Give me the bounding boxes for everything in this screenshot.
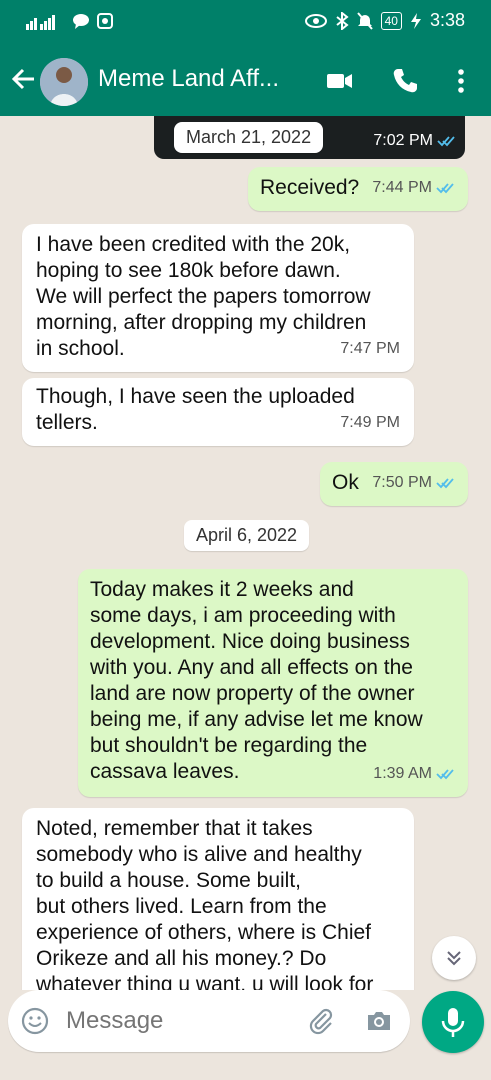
mic-icon	[441, 1008, 465, 1037]
message-composer	[8, 990, 410, 1052]
message-text: Received?	[260, 176, 360, 199]
message-timestamp: 7:50 PM	[372, 470, 454, 496]
mute-icon	[356, 11, 373, 30]
voice-message-button[interactable]	[422, 991, 484, 1053]
status-time: 3:38	[429, 10, 465, 30]
attach-icon[interactable]	[306, 1006, 336, 1036]
chat-area[interactable]: 7:02 PM March 21, 2022 Received? 7:44 PM…	[0, 116, 491, 990]
back-arrow-icon[interactable]	[10, 65, 38, 93]
contact-avatar[interactable]	[40, 58, 88, 106]
read-ticks-icon	[436, 769, 454, 780]
media-timestamp: 7:02 PM	[373, 132, 455, 150]
read-ticks-icon	[436, 183, 454, 194]
message-timestamp: 7:47 PM	[340, 340, 400, 357]
more-vert-icon[interactable]	[446, 66, 476, 96]
read-ticks-icon	[437, 136, 455, 147]
message-input[interactable]	[64, 1002, 288, 1040]
message-timestamp: 1:39 AM	[373, 761, 454, 787]
chevron-down-double-icon	[447, 951, 461, 966]
video-call-icon[interactable]	[324, 66, 354, 96]
phone-icon[interactable]	[390, 66, 420, 96]
message-timestamp: 7:44 PM	[372, 175, 454, 201]
message-outgoing[interactable]: Ok 7:50 PM	[320, 462, 468, 506]
battery-indicator: 40	[380, 11, 402, 30]
message-incoming[interactable]: Though, I have seen the uploaded tellers…	[22, 378, 414, 446]
charging-icon	[410, 12, 421, 29]
chat-header: Meme Land Aff...	[0, 46, 491, 116]
chat-title[interactable]: Meme Land Aff...	[98, 65, 279, 93]
date-separator: April 6, 2022	[184, 520, 310, 551]
camera-icon[interactable]	[364, 1006, 394, 1036]
status-bar: 40 3:38	[0, 0, 491, 46]
chat-bubble-icon	[73, 14, 89, 29]
signal-icon	[26, 15, 55, 30]
message-text: Ok	[332, 471, 359, 494]
message-text: Noted, remember that it takes somebody w…	[36, 817, 374, 990]
message-incoming[interactable]: I have been credited with the 20k, hopin…	[22, 224, 414, 372]
read-ticks-icon	[436, 478, 454, 489]
eye-icon	[304, 13, 327, 28]
message-outgoing[interactable]: Today makes it 2 weeks and some days, i …	[78, 569, 468, 797]
date-separator: March 21, 2022	[174, 122, 324, 153]
message-timestamp: 7:49 PM	[340, 414, 400, 431]
status-right-icons: 40 3:38	[304, 10, 465, 31]
avatar-photo	[40, 58, 88, 106]
message-text: Today makes it 2 weeks and some days, i …	[90, 578, 423, 783]
message-outgoing[interactable]: Received? 7:44 PM	[248, 167, 468, 211]
status-left-icons	[26, 12, 114, 30]
message-incoming[interactable]: Noted, remember that it takes somebody w…	[22, 808, 414, 990]
scroll-to-bottom-button[interactable]	[432, 936, 476, 980]
bluetooth-icon	[335, 11, 349, 30]
message-text: Though, I have seen the uploaded tellers…	[36, 385, 355, 434]
vpn-icon	[97, 13, 113, 29]
emoji-icon[interactable]	[20, 1006, 50, 1036]
message-text: I have been credited with the 20k, hopin…	[36, 233, 371, 360]
